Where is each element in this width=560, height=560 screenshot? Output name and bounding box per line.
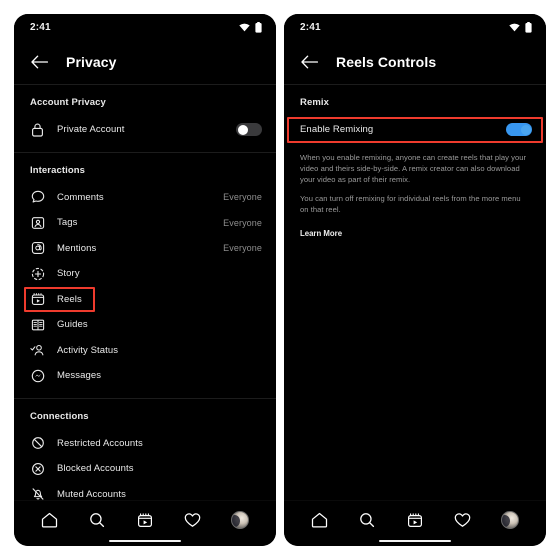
home-indicator <box>109 539 181 542</box>
row-activity-status[interactable]: Activity Status <box>14 338 276 364</box>
right-screen-body: Remix Enable Remixing When you enable re… <box>284 84 546 500</box>
row-label: Activity Status <box>57 344 119 356</box>
row-label: Enable Remixing <box>300 124 374 136</box>
row-label: Comments <box>57 191 104 203</box>
back-arrow-icon[interactable] <box>30 53 48 71</box>
section-title-account-privacy: Account Privacy <box>30 97 106 108</box>
left-bottom-nav <box>14 500 276 546</box>
right-status-bar: 2:41 <box>284 14 546 40</box>
row-label: Private Account <box>57 124 125 136</box>
mention-icon <box>30 241 45 256</box>
guides-icon <box>30 317 45 332</box>
profile-avatar[interactable] <box>498 508 522 532</box>
row-blocked-accounts[interactable]: Blocked Accounts <box>14 456 276 482</box>
page-title: Privacy <box>66 54 117 70</box>
heart-icon[interactable] <box>451 508 475 532</box>
tag-icon <box>30 215 45 230</box>
home-indicator <box>379 539 451 542</box>
home-icon[interactable] <box>38 508 62 532</box>
toggle-knob <box>237 124 248 135</box>
page-title: Reels Controls <box>336 54 437 70</box>
activity-status-icon <box>30 343 45 358</box>
avatar <box>231 510 250 529</box>
left-app-bar: Privacy <box>14 40 276 84</box>
avatar <box>501 510 520 529</box>
left-phone-frame: 2:41 Privacy Account Privacy Private Acc… <box>14 14 276 546</box>
search-icon[interactable] <box>355 508 379 532</box>
back-arrow-icon[interactable] <box>300 53 318 71</box>
right-bottom-nav <box>284 500 546 546</box>
reels-icon[interactable] <box>133 508 157 532</box>
row-muted-accounts[interactable]: Muted Accounts <box>14 482 276 501</box>
status-bar-clock: 2:41 <box>300 21 321 33</box>
messages-icon <box>30 368 45 383</box>
remix-description-paragraph-2: You can turn off remixing for individual… <box>300 193 521 214</box>
row-label: Story <box>57 268 80 280</box>
blocked-icon <box>30 461 45 476</box>
row-label: Tags <box>57 217 78 229</box>
private-account-toggle[interactable] <box>236 123 262 137</box>
row-private-account[interactable]: Private Account <box>14 117 276 143</box>
row-reels-wrapper: Reels <box>14 286 276 313</box>
remix-description-paragraph-1: When you enable remixing, anyone can cre… <box>300 152 527 184</box>
status-bar-clock: 2:41 <box>30 21 51 33</box>
row-enable-remixing[interactable]: Enable Remixing <box>284 117 546 143</box>
battery-icon <box>525 21 532 33</box>
row-label: Guides <box>57 319 88 331</box>
row-restricted-accounts[interactable]: Restricted Accounts <box>14 431 276 457</box>
wifi-icon <box>239 23 250 32</box>
section-title-connections: Connections <box>30 410 89 422</box>
wifi-icon <box>509 23 520 32</box>
reels-icon[interactable] <box>403 508 427 532</box>
row-label: Muted Accounts <box>57 488 126 500</box>
learn-more-link[interactable]: Learn More <box>300 229 342 238</box>
left-status-bar: 2:41 <box>14 14 276 40</box>
status-bar-icons <box>509 21 532 33</box>
comment-icon <box>30 190 45 205</box>
row-enable-remixing-wrapper: Enable Remixing <box>284 117 546 143</box>
profile-avatar[interactable] <box>228 508 252 532</box>
muted-icon <box>30 487 45 500</box>
home-icon[interactable] <box>308 508 332 532</box>
reels-icon <box>30 292 45 307</box>
row-label: Messages <box>57 370 102 382</box>
status-bar-icons <box>239 21 262 33</box>
row-story[interactable]: Story <box>14 261 276 287</box>
row-messages[interactable]: Messages <box>14 363 276 389</box>
row-guides[interactable]: Guides <box>14 312 276 338</box>
battery-icon <box>255 21 262 33</box>
row-value: Everyone <box>223 243 262 254</box>
row-label: Mentions <box>57 242 97 254</box>
section-title-interactions: Interactions <box>30 164 86 176</box>
section-title-remix: Remix <box>300 97 330 108</box>
search-icon[interactable] <box>85 508 109 532</box>
screenshot-stage: 2:41 Privacy Account Privacy Private Acc… <box>0 0 560 560</box>
row-label: Restricted Accounts <box>57 437 143 449</box>
left-screen-body: Account Privacy Private Account Interact… <box>14 84 276 500</box>
story-plus-icon <box>30 266 45 281</box>
heart-icon[interactable] <box>181 508 205 532</box>
remix-description-block: When you enable remixing, anyone can cre… <box>284 143 546 241</box>
row-mentions[interactable]: Mentions Everyone <box>14 236 276 262</box>
toggle-knob <box>520 124 531 135</box>
row-reels[interactable]: Reels <box>14 287 276 313</box>
restricted-icon <box>30 436 45 451</box>
row-value: Everyone <box>223 192 262 203</box>
row-comments[interactable]: Comments Everyone <box>14 185 276 211</box>
right-app-bar: Reels Controls <box>284 40 546 84</box>
enable-remixing-toggle[interactable] <box>506 123 532 137</box>
row-label: Reels <box>57 293 82 305</box>
row-label: Blocked Accounts <box>57 463 134 475</box>
row-tags[interactable]: Tags Everyone <box>14 210 276 236</box>
lock-icon <box>30 122 45 137</box>
right-phone-frame: 2:41 Reels Controls Remix Enable Remixin… <box>284 14 546 546</box>
row-value: Everyone <box>223 217 262 228</box>
